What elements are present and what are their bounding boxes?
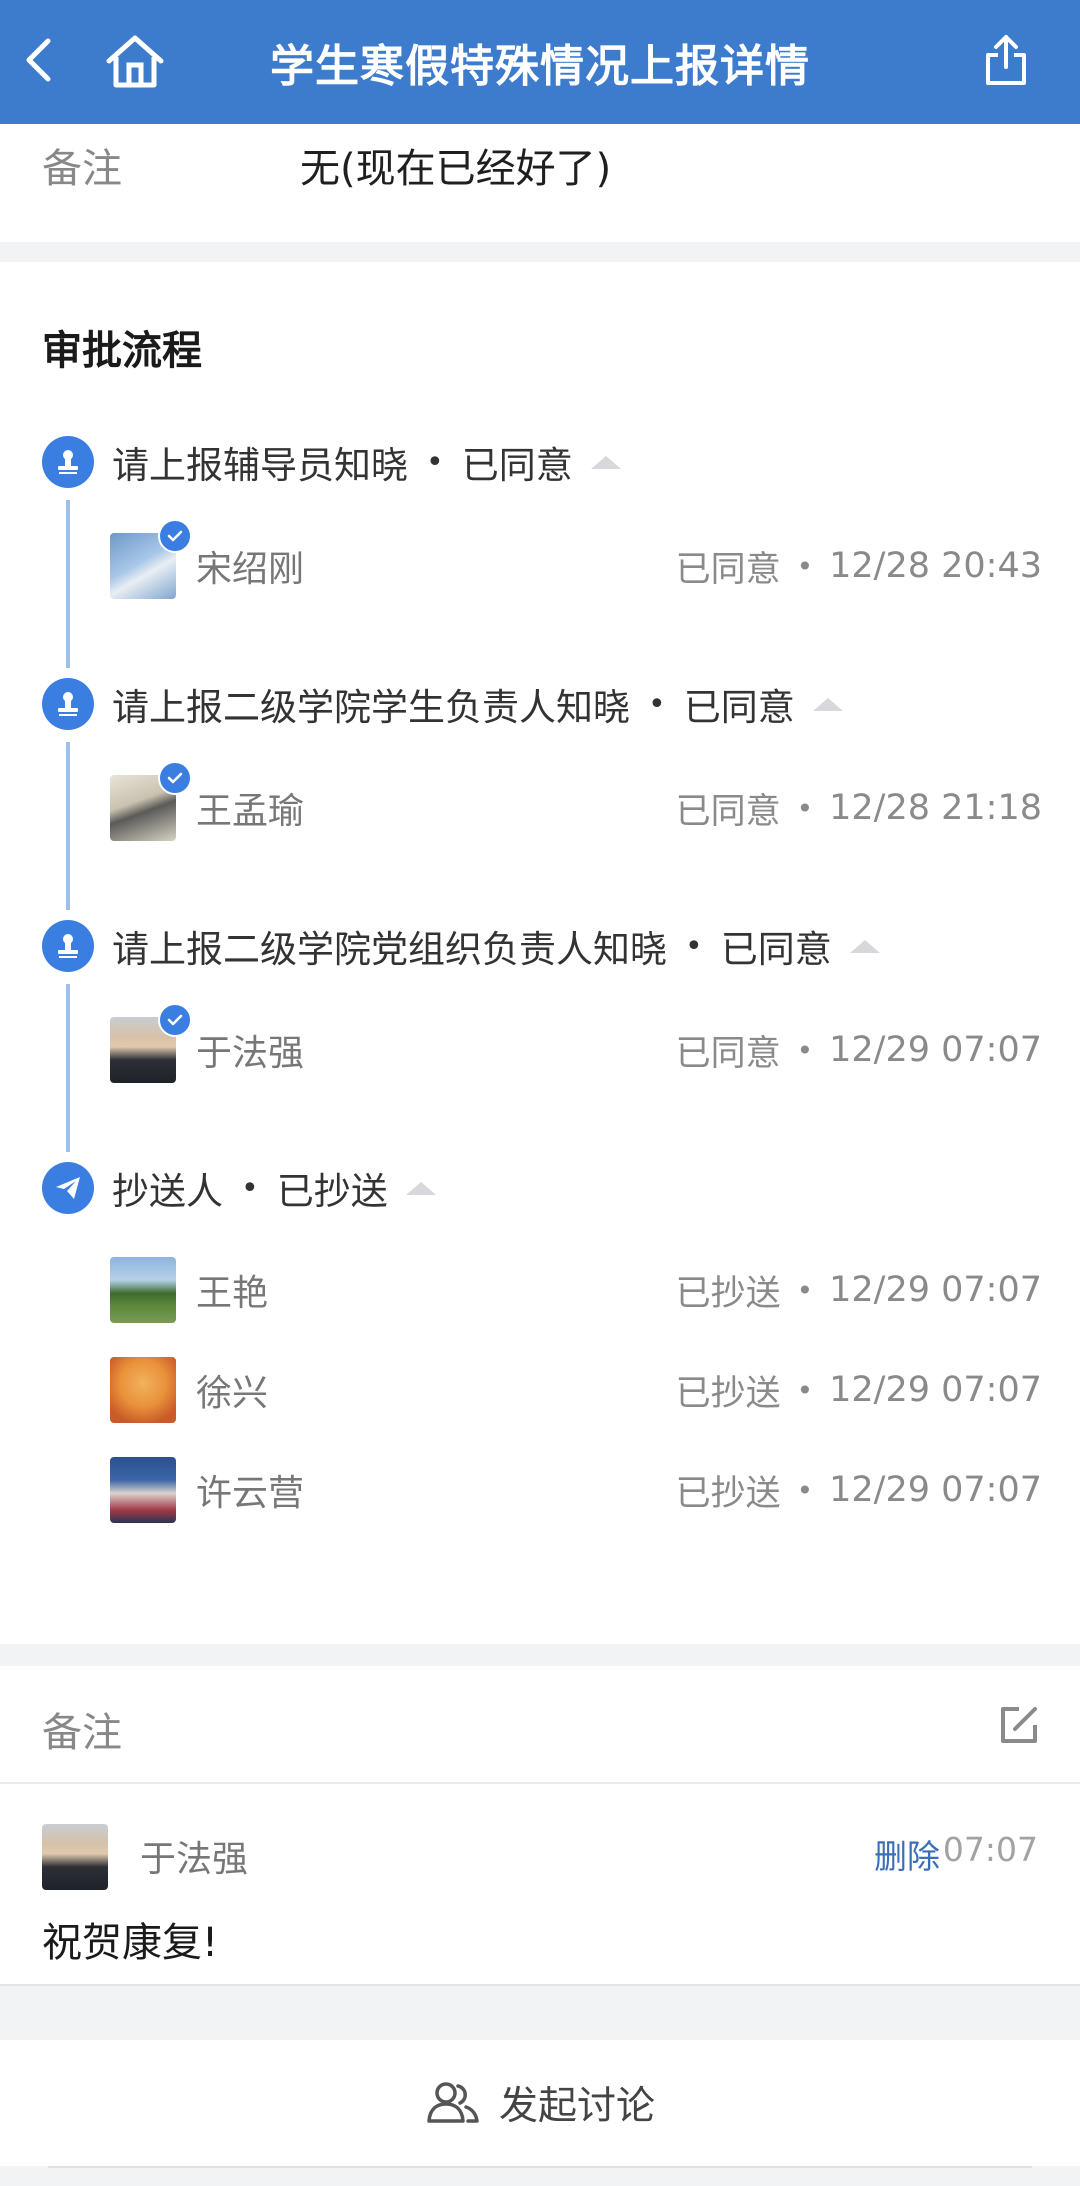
timeline-connector bbox=[66, 984, 70, 1152]
stamp-icon bbox=[42, 436, 94, 488]
separator-dot: • bbox=[796, 1473, 814, 1507]
timeline-connector bbox=[66, 500, 70, 668]
recipient-time: 12/29 07:07 bbox=[829, 1470, 1042, 1510]
share-icon bbox=[986, 35, 1026, 85]
avatar bbox=[110, 1457, 176, 1523]
approver-time: 12/28 21:18 bbox=[829, 788, 1042, 828]
separator-dot: • bbox=[685, 928, 703, 964]
comment-author: 于法强 bbox=[140, 1839, 249, 1880]
back-button[interactable] bbox=[18, 30, 58, 90]
step-label: 请上报二级学院党组织负责人知晓 bbox=[112, 928, 667, 971]
home-icon bbox=[106, 35, 164, 88]
recipient-status: 已抄送 bbox=[675, 1473, 781, 1514]
approver-status: 已同意 bbox=[675, 1033, 781, 1074]
approver-row: 王孟瑜 已同意 • 12/28 21:18 bbox=[110, 761, 1042, 842]
separator-dot: • bbox=[241, 1170, 259, 1206]
approver-name: 王孟瑜 bbox=[196, 791, 305, 832]
start-discussion-label: 发起讨论 bbox=[498, 2084, 655, 2129]
check-badge-icon bbox=[158, 519, 192, 553]
collapse-caret-icon[interactable] bbox=[812, 697, 843, 711]
step-status: 已抄送 bbox=[276, 1170, 388, 1213]
approver-status: 已同意 bbox=[675, 791, 781, 832]
recipient-status: 已抄送 bbox=[675, 1273, 781, 1314]
recipient-status: 已抄送 bbox=[675, 1373, 781, 1414]
remark-section-label: 备注 bbox=[42, 1710, 122, 1756]
approver-name: 宋绍刚 bbox=[196, 549, 305, 590]
share-button[interactable] bbox=[978, 30, 1034, 90]
edit-icon bbox=[1001, 1707, 1037, 1743]
people-icon bbox=[425, 2078, 481, 2128]
cc-step[interactable]: 抄送人 • 已抄送 bbox=[42, 1160, 436, 1216]
comment-text: 祝贺康复! bbox=[42, 1920, 219, 1966]
recipient-name: 徐兴 bbox=[196, 1373, 269, 1414]
avatar bbox=[110, 519, 192, 599]
approver-name: 于法强 bbox=[196, 1033, 305, 1074]
recipient-time: 12/29 07:07 bbox=[829, 1370, 1042, 1410]
separator-dot: • bbox=[426, 444, 444, 480]
remark-section-header: 备注 bbox=[0, 1666, 1080, 1784]
avatar bbox=[110, 761, 192, 841]
approval-flow-card: 审批流程 请上报辅导员知晓 • 已同意 宋绍刚 已同意 • 12/28 20:4… bbox=[0, 262, 1080, 1644]
remark-comment: 于法强 删除 07:07 祝贺康复! bbox=[0, 1784, 1080, 1986]
collapse-caret-icon[interactable] bbox=[849, 939, 880, 953]
approval-flow-title: 审批流程 bbox=[42, 328, 202, 374]
approval-step[interactable]: 请上报二级学院党组织负责人知晓 • 已同意 bbox=[42, 918, 880, 974]
page-title: 学生寒假特殊情况上报详情 bbox=[270, 41, 810, 92]
separator-dot: • bbox=[648, 686, 666, 722]
avatar bbox=[110, 1003, 192, 1083]
separator-dot: • bbox=[796, 1273, 814, 1307]
separator-dot: • bbox=[796, 791, 814, 825]
collapse-caret-icon[interactable] bbox=[590, 455, 621, 469]
approval-step[interactable]: 请上报辅导员知晓 • 已同意 bbox=[42, 434, 621, 490]
recipient-time: 12/29 07:07 bbox=[829, 1270, 1042, 1310]
home-button[interactable] bbox=[100, 28, 170, 94]
avatar bbox=[110, 1357, 176, 1423]
collapse-caret-icon[interactable] bbox=[405, 1181, 436, 1195]
step-label: 请上报二级学院学生负责人知晓 bbox=[112, 686, 630, 729]
stamp-icon bbox=[42, 920, 94, 972]
approver-status: 已同意 bbox=[675, 549, 781, 590]
chevron-left-icon bbox=[26, 38, 51, 82]
step-status: 已同意 bbox=[720, 928, 832, 971]
avatar bbox=[42, 1824, 108, 1890]
cc-recipient-row: 许云营 已抄送 • 12/29 07:07 bbox=[110, 1456, 1042, 1524]
top-nav-bar: 学生寒假特殊情况上报详情 bbox=[0, 0, 1080, 124]
approval-step[interactable]: 请上报二级学院学生负责人知晓 • 已同意 bbox=[42, 676, 843, 732]
approver-row: 宋绍刚 已同意 • 12/28 20:43 bbox=[110, 519, 1042, 600]
delete-comment-link[interactable]: 删除 bbox=[874, 1830, 940, 1878]
check-badge-icon bbox=[158, 1003, 192, 1037]
start-discussion-button[interactable]: 发起讨论 bbox=[0, 2040, 1080, 2166]
send-icon bbox=[42, 1162, 94, 1214]
approver-time: 12/28 20:43 bbox=[829, 546, 1042, 586]
comment-time: 07:07 bbox=[942, 1830, 1038, 1869]
step-label: 请上报辅导员知晓 bbox=[112, 444, 408, 487]
edit-remark-button[interactable] bbox=[994, 1700, 1044, 1750]
separator-dot: • bbox=[796, 1373, 814, 1407]
remark-label: 备注 bbox=[42, 146, 122, 192]
separator-dot: • bbox=[796, 1033, 814, 1067]
stamp-icon bbox=[42, 678, 94, 730]
check-badge-icon bbox=[158, 761, 192, 795]
timeline-connector bbox=[66, 742, 70, 910]
approver-time: 12/29 07:07 bbox=[829, 1030, 1042, 1070]
recipient-name: 许云营 bbox=[196, 1473, 305, 1514]
separator-dot: • bbox=[796, 549, 814, 583]
avatar bbox=[110, 1257, 176, 1323]
approver-row: 于法强 已同意 • 12/29 07:07 bbox=[110, 1003, 1042, 1084]
cc-recipient-row: 徐兴 已抄送 • 12/29 07:07 bbox=[110, 1356, 1042, 1424]
step-status: 已同意 bbox=[461, 444, 573, 487]
remark-info-row: 备注 无(现在已经好了) bbox=[0, 124, 1080, 242]
cc-recipient-row: 王艳 已抄送 • 12/29 07:07 bbox=[110, 1256, 1042, 1324]
step-label: 抄送人 bbox=[112, 1170, 223, 1213]
recipient-name: 王艳 bbox=[196, 1273, 269, 1314]
bottom-divider bbox=[48, 2166, 1032, 2168]
remark-value: 无(现在已经好了) bbox=[300, 146, 612, 192]
step-status: 已同意 bbox=[683, 686, 795, 729]
